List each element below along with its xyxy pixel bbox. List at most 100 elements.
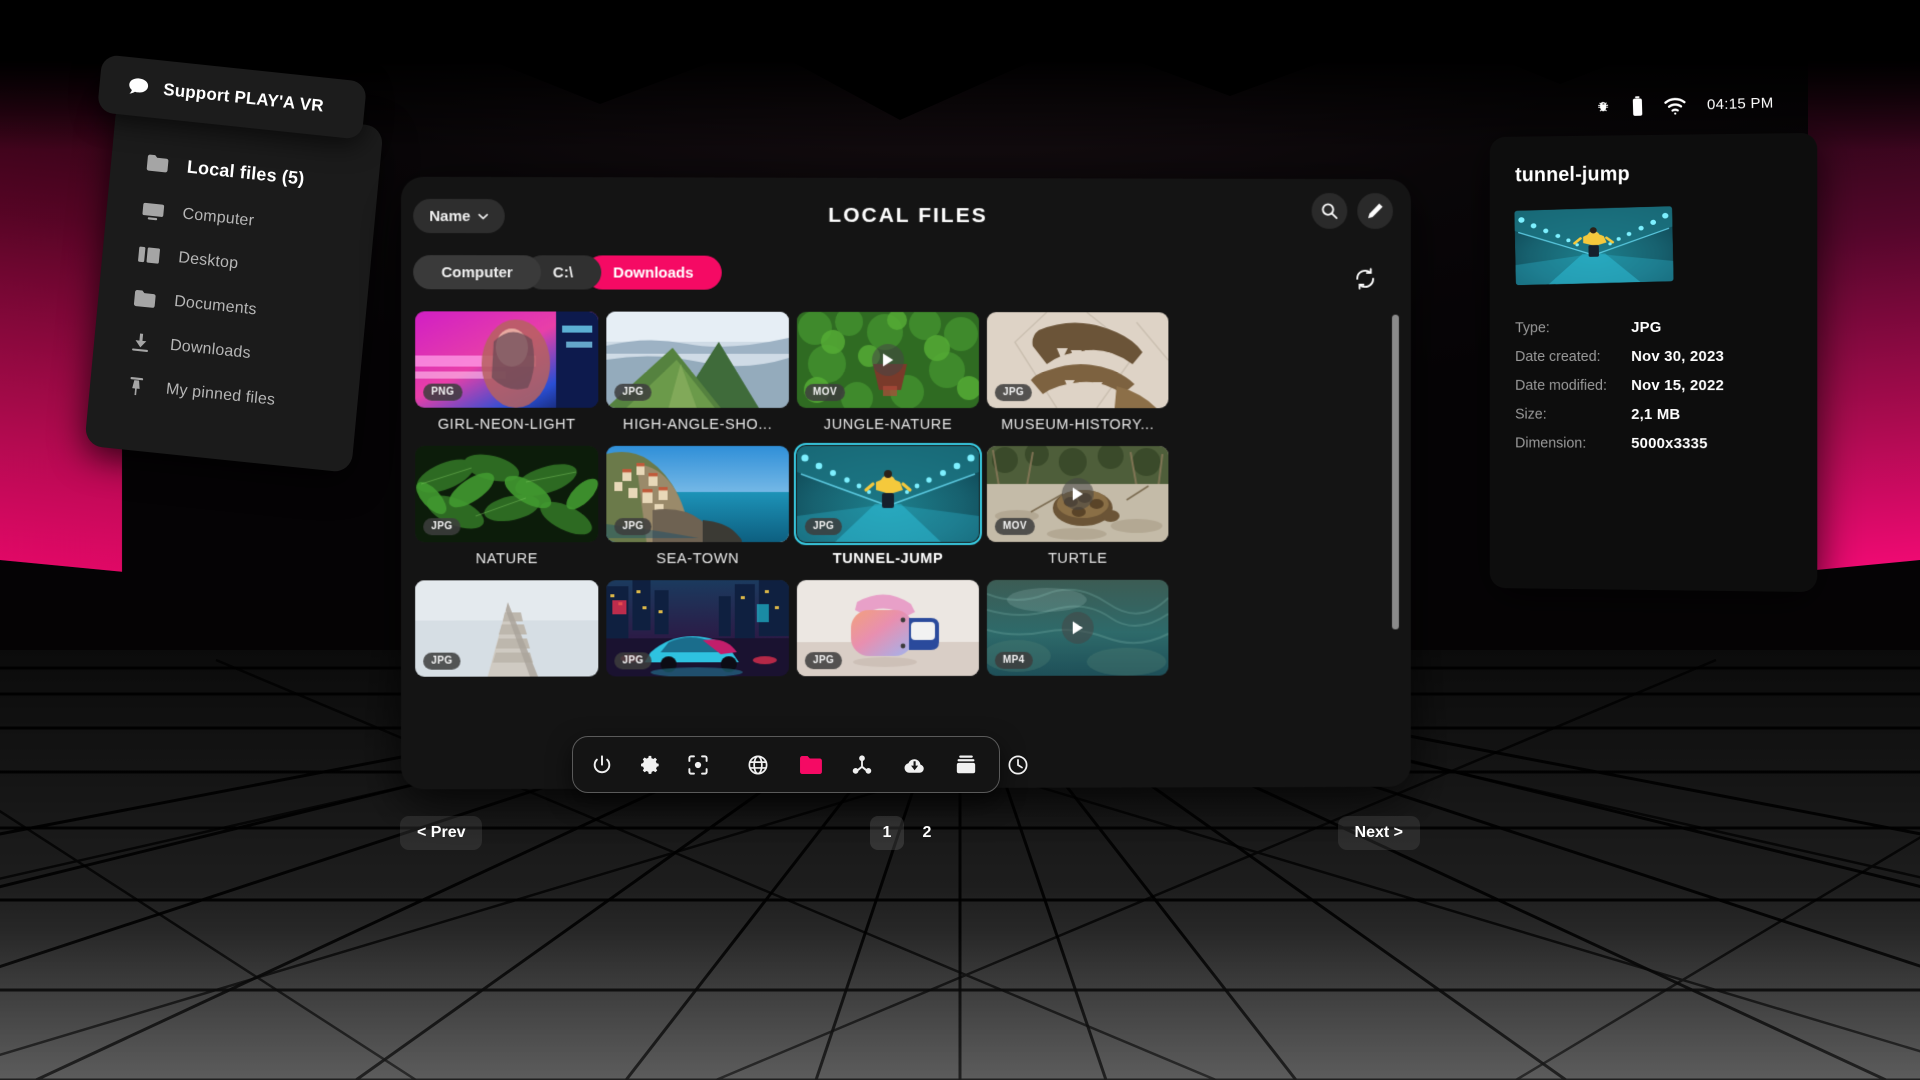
file-metadata-list: Type: JPG Date created: Nov 30, 2023 Dat… <box>1515 319 1791 453</box>
breadcrumb-label: C:\ <box>552 263 574 281</box>
metadata-row: Date created: Nov 30, 2023 <box>1515 348 1791 365</box>
pin-icon <box>123 375 149 397</box>
file-item[interactable]: JPG HIGH-ANGLE-SHO... <box>602 311 793 446</box>
share-button[interactable] <box>849 752 875 778</box>
file-thumbnail[interactable]: MP4 <box>986 579 1169 676</box>
recent-button[interactable] <box>1005 752 1031 778</box>
sidebar-item-label: Computer <box>181 205 255 230</box>
dock-apps-group <box>725 752 1047 778</box>
search-button[interactable] <box>1311 192 1348 229</box>
file-thumbnail[interactable]: JPG <box>415 580 599 677</box>
page-number-1[interactable]: 1 <box>870 816 904 850</box>
file-thumbnail[interactable]: MOV <box>986 446 1169 542</box>
file-badge: JPG <box>423 652 461 670</box>
file-thumbnail[interactable]: JPG <box>606 311 789 408</box>
detail-thumbnail[interactable] <box>1514 206 1674 286</box>
file-item[interactable]: JPG <box>411 580 602 677</box>
breadcrumb-item-computer[interactable]: Computer <box>413 255 541 290</box>
file-grid-container: PNG GIRL-NEON-LIGHT JPG HIGH-ANGLE-SHO..… <box>401 305 1411 777</box>
file-badge: JPG <box>614 383 652 401</box>
sidebar: Local files (5) Computer Desktop Documen… <box>84 98 384 474</box>
file-item[interactable]: JPG <box>602 580 793 677</box>
breadcrumb-label: Downloads <box>613 263 694 282</box>
metadata-row: Type: JPG <box>1515 319 1791 337</box>
desktop-icon <box>136 245 162 265</box>
sidebar-item-label: Desktop <box>177 249 240 273</box>
globe-icon <box>747 754 769 776</box>
metadata-key: Date modified: <box>1515 377 1607 394</box>
download-icon <box>127 331 153 353</box>
search-icon <box>1321 202 1339 220</box>
file-label: NATURE <box>475 551 539 568</box>
support-label: Support PLAY'A VR <box>162 79 325 116</box>
folder-icon <box>132 289 158 309</box>
metadata-key: Type: <box>1515 320 1550 337</box>
header-actions <box>1311 192 1393 229</box>
file-item[interactable]: MOV JUNGLE-NATURE <box>793 311 983 446</box>
file-item[interactable]: JPG NATURE <box>411 445 602 581</box>
file-thumbnail[interactable]: JPG <box>606 580 789 677</box>
panel-header: Name LOCAL FILES <box>401 177 1411 257</box>
file-badge: JPG <box>614 518 652 536</box>
file-label: GIRL-NEON-LIGHT <box>437 416 576 433</box>
file-label: HIGH-ANGLE-SHO... <box>623 416 773 433</box>
file-badge: MOV <box>804 383 845 401</box>
file-thumbnail[interactable]: JPG <box>793 442 982 546</box>
browser-button[interactable] <box>745 752 771 778</box>
file-item[interactable]: JPG <box>793 579 983 677</box>
file-thumbnail[interactable]: JPG <box>986 312 1169 409</box>
file-grid: PNG GIRL-NEON-LIGHT JPG HIGH-ANGLE-SHO..… <box>401 311 1411 677</box>
file-badge: MOV <box>994 517 1035 535</box>
refresh-icon <box>1353 267 1377 291</box>
play-icon[interactable] <box>1061 611 1094 644</box>
status-time: 04:15 PM <box>1706 94 1774 113</box>
play-icon[interactable] <box>871 343 905 376</box>
file-item[interactable]: MOV TURTLE <box>983 446 1172 580</box>
chat-bubble-icon <box>127 76 151 98</box>
page-number-2[interactable]: 2 <box>910 816 944 850</box>
local-files-panel: Name LOCAL FILES Computer C:\ Downloads … <box>401 176 1411 790</box>
file-details-panel: tunnel-jump Type: JPG Date created: Nov … <box>1489 132 1818 593</box>
file-thumbnail[interactable]: PNG <box>415 311 599 408</box>
file-item-selected[interactable]: JPG TUNNEL-JUMP <box>793 442 983 580</box>
next-page-button[interactable]: Next > <box>1337 816 1420 850</box>
file-thumbnail[interactable]: MOV <box>796 311 979 409</box>
folder-icon <box>144 153 170 173</box>
prev-page-button[interactable]: < Prev <box>400 816 483 850</box>
refresh-button[interactable] <box>1347 261 1383 297</box>
sidebar-item-label: Documents <box>173 292 258 319</box>
metadata-value: Nov 15, 2022 <box>1631 376 1725 395</box>
breadcrumb-item-downloads[interactable]: Downloads <box>585 255 722 290</box>
file-item[interactable]: PNG GIRL-NEON-LIGHT <box>411 311 602 446</box>
bug-icon[interactable] <box>1595 99 1612 116</box>
sidebar-item-label: Local files (5) <box>186 156 306 189</box>
edit-button[interactable] <box>1357 193 1393 229</box>
metadata-key: Date created: <box>1515 349 1601 365</box>
file-item[interactable]: JPG MUSEUM-HISTORY... <box>983 312 1172 446</box>
file-badge: JPG <box>423 518 461 536</box>
files-button[interactable] <box>797 752 823 778</box>
detail-thumbnail-art-tunnel <box>1514 206 1674 286</box>
cloud-download-button[interactable] <box>901 752 927 778</box>
battery-icon[interactable] <box>1632 96 1644 116</box>
file-item[interactable]: JPG SEA-TOWN <box>602 445 793 580</box>
file-thumbnail[interactable]: JPG <box>415 445 599 543</box>
file-badge: JPG <box>994 384 1033 402</box>
file-thumbnail[interactable]: JPG <box>796 579 979 677</box>
screenshot-icon <box>687 754 709 776</box>
file-label: MUSEUM-HISTORY... <box>1001 417 1155 434</box>
play-icon[interactable] <box>1061 478 1094 510</box>
power-button[interactable] <box>589 752 615 778</box>
settings-button[interactable] <box>637 752 663 778</box>
file-item[interactable]: MP4 <box>983 579 1172 676</box>
file-badge: MP4 <box>994 651 1033 669</box>
screenshot-button[interactable] <box>685 752 711 778</box>
metadata-value: Nov 30, 2023 <box>1631 347 1725 366</box>
library-button[interactable] <box>953 752 979 778</box>
wifi-icon[interactable] <box>1663 95 1688 115</box>
file-label: JUNGLE-NATURE <box>823 416 953 434</box>
breadcrumb-row: Computer C:\ Downloads <box>401 255 1411 307</box>
file-thumbnail[interactable]: JPG <box>606 445 789 543</box>
sidebar-item-label: Downloads <box>169 336 252 363</box>
grid-scrollbar[interactable] <box>1391 314 1399 630</box>
